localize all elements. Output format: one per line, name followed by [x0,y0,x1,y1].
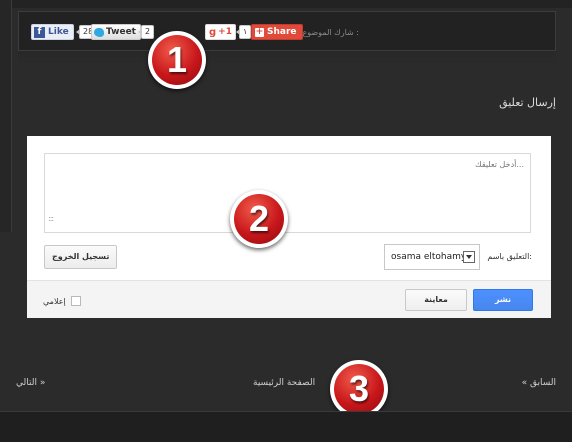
share-button[interactable]: + Share [251,24,303,40]
bottom-strip [0,411,572,442]
step-badge-1: 1 [148,31,206,89]
twitter-tweet-label: Tweet [106,27,136,37]
share-bar-shadow [18,51,556,65]
google-plus-button[interactable]: g +1 [205,24,236,40]
identity-select-value: osama eltohamy [391,252,463,262]
facebook-like-button[interactable]: f Like [31,24,74,40]
twitter-tweet-button[interactable]: Tweet [91,24,141,40]
chevron-down-icon [463,251,475,263]
identity-select[interactable]: osama eltohamy [384,244,480,270]
resize-handle[interactable]: ::: [48,214,54,223]
share-button-label: Share [267,27,297,37]
pager-home-link[interactable]: الصفحة الرئيسية [253,378,315,388]
left-edge-panel [0,0,12,232]
share-plus-icon: + [255,26,264,37]
preview-button[interactable]: معاينة [405,289,467,311]
top-strip [0,0,572,8]
google-plus-label: +1 [218,27,232,37]
comment-form-heading: إرسال تعليق [499,96,556,109]
facebook-icon: f [34,26,45,38]
google-plus-count: ١ [235,25,252,39]
step-badge-2-number: 2 [234,194,284,244]
pager-next-link[interactable]: التالي » [16,378,45,388]
notify-checkbox[interactable] [70,296,81,306]
google-plus-icon: g [209,26,217,38]
identity-label: التعليق باسم: [487,252,532,261]
step-badge-3: 3 [330,360,388,418]
notify-label: إعلامي [43,296,66,306]
comment-panel: ::: تسجيل الخروج osama eltohamy التعليق … [27,136,551,318]
facebook-like-label: Like [48,27,69,37]
share-bar: f Like 28 Tweet 2 g +1 ١ + Share شارك ال… [18,11,556,51]
logout-button[interactable]: تسجيل الخروج [44,245,118,269]
share-topic-label: شارك الموضوع : [302,28,359,37]
notify-option[interactable]: إعلامي [43,296,81,306]
step-badge-1-number: 1 [152,35,202,85]
pager-previous-link[interactable]: « السابق [522,378,556,388]
twitter-bird-icon [94,27,104,37]
step-badge-3-number: 3 [334,364,384,414]
publish-button[interactable]: نشر [473,289,533,311]
step-badge-2: 2 [230,190,288,248]
twitter-tweet-count: 2 [137,25,155,39]
